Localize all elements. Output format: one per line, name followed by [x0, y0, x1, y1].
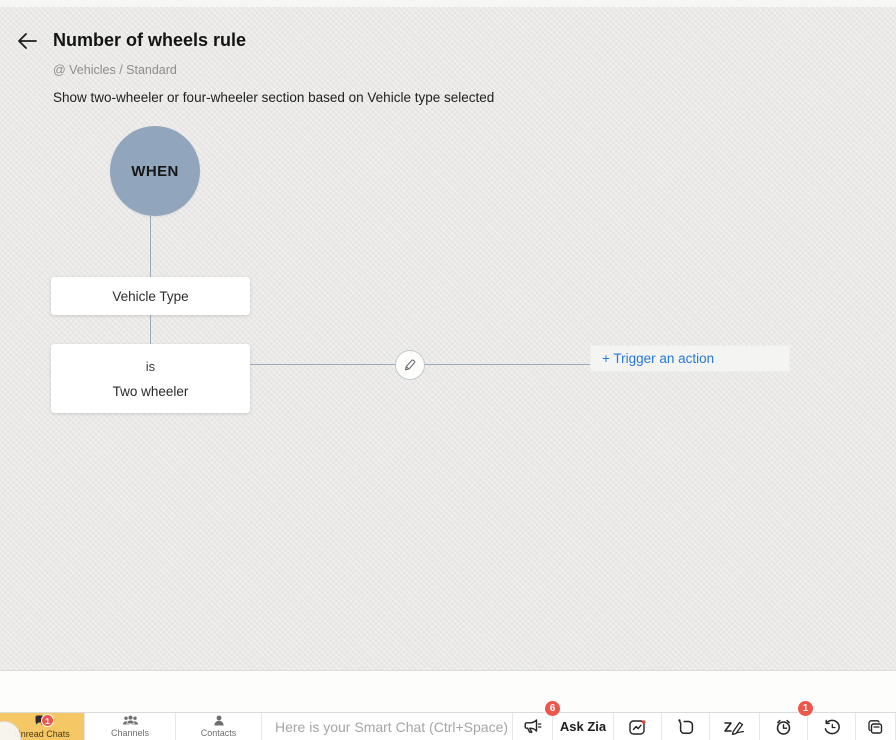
page-title: Number of wheels rule	[53, 30, 247, 50]
stacked-windows-icon	[868, 719, 883, 734]
criteria-field-node[interactable]: Vehicle Type	[51, 277, 250, 315]
trigger-action-button[interactable]: + Trigger an action	[590, 345, 790, 372]
lasso-select-icon	[678, 718, 694, 734]
tab-unread-label: Unread Chats	[14, 729, 70, 739]
tab-channels-label: Channels	[110, 728, 150, 738]
when-label: WHEN	[131, 162, 179, 180]
criteria-operator: is	[145, 358, 156, 374]
stacked-windows-button[interactable]	[856, 713, 896, 740]
tab-contacts-label: Contacts	[200, 728, 237, 738]
criteria-value: Two wheeler	[112, 383, 189, 399]
megaphone-icon	[524, 719, 542, 733]
tab-contacts[interactable]: Contacts	[176, 713, 262, 740]
back-arrow-icon	[18, 33, 37, 49]
zia-insights-button[interactable]	[614, 713, 662, 740]
back-button[interactable]	[14, 28, 40, 54]
zia-sketch-icon	[724, 721, 745, 735]
pencil-icon	[405, 359, 416, 371]
alarm-clock-icon	[776, 719, 791, 735]
tab-channels[interactable]: Channels	[85, 713, 176, 740]
reminders-button[interactable]	[760, 713, 808, 740]
unread-count-badge: 1	[41, 714, 54, 727]
smart-chat-input-cell	[262, 713, 513, 740]
ask-zia-button[interactable]: Ask Zia	[553, 713, 614, 740]
zia-sketch-button[interactable]	[710, 713, 760, 740]
lasso-select-button[interactable]	[662, 713, 710, 740]
edit-criteria-button[interactable]	[395, 350, 425, 380]
app-screen: Number of wheels rule @ Vehicles / Stand…	[0, 0, 896, 740]
when-node[interactable]: WHEN	[110, 126, 200, 216]
smart-chat-input[interactable]	[275, 718, 512, 735]
history-button[interactable]	[808, 713, 856, 740]
pulse-icon	[629, 719, 646, 735]
ask-zia-label: Ask Zia	[559, 719, 607, 734]
announcements-badge: 6	[544, 700, 561, 717]
announcements-button[interactable]	[513, 713, 553, 740]
criteria-field-label: Vehicle Type	[112, 288, 189, 304]
rule-canvas: Number of wheels rule @ Vehicles / Stand…	[0, 0, 896, 671]
trigger-action-label: + Trigger an action	[602, 351, 715, 366]
breadcrumb: @ Vehicles / Standard	[53, 63, 177, 77]
person-icon	[213, 715, 224, 726]
rule-description: Show two-wheeler or four-wheeler section…	[53, 90, 495, 105]
people-group-icon	[122, 715, 138, 725]
top-strip	[0, 0, 896, 7]
history-icon	[824, 719, 840, 734]
reminders-badge: 1	[797, 700, 814, 717]
chat-bar: Unread Chats 1 Channels Contacts Here is…	[0, 700, 896, 740]
criteria-condition-node[interactable]: is Two wheeler	[51, 344, 250, 413]
